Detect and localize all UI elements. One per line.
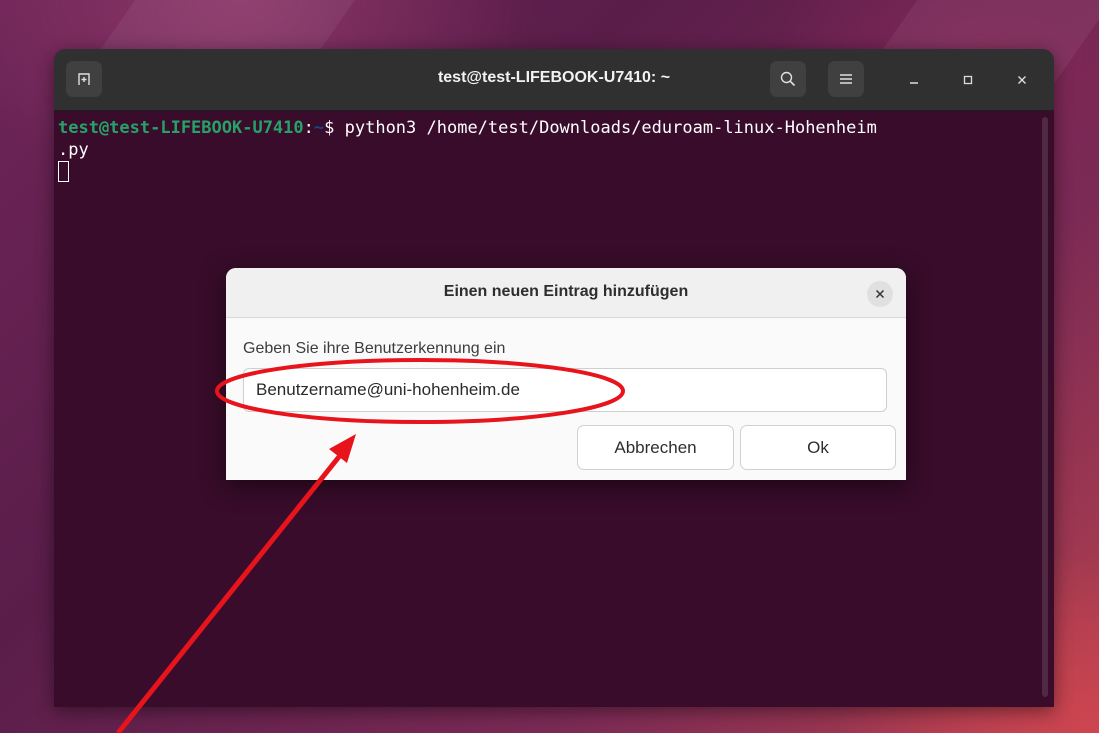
cancel-button[interactable]: Abbrechen bbox=[577, 425, 734, 470]
prompt-user: test@test-LIFEBOOK-U7410 bbox=[58, 118, 304, 138]
minimize-icon bbox=[910, 82, 918, 84]
terminal-output[interactable]: test@test-LIFEBOOK-U7410:~$ python3 /hom… bbox=[58, 117, 877, 183]
close-window-button[interactable] bbox=[1009, 67, 1035, 93]
command-text: python3 /home/test/Downloads/eduroam-lin… bbox=[344, 118, 877, 138]
terminal-titlebar[interactable]: test@test-LIFEBOOK-U7410: ~ bbox=[54, 49, 1054, 111]
search-icon bbox=[780, 71, 796, 87]
prompt-path: ~ bbox=[313, 118, 325, 138]
username-input[interactable] bbox=[243, 368, 887, 412]
dialog-header: Einen neuen Eintrag hinzufügen bbox=[226, 268, 906, 318]
command-text-continued: .py bbox=[58, 140, 89, 160]
dialog-title: Einen neuen Eintrag hinzufügen bbox=[443, 283, 689, 300]
username-label: Geben Sie ihre Benutzerkennung ein bbox=[243, 340, 506, 357]
close-icon bbox=[1018, 76, 1026, 84]
text-cursor bbox=[58, 161, 69, 182]
scrollbar[interactable] bbox=[1042, 117, 1048, 697]
hamburger-menu-icon bbox=[840, 74, 852, 84]
close-icon bbox=[875, 289, 885, 299]
prompt-symbol: $ bbox=[324, 118, 345, 138]
search-button[interactable] bbox=[770, 61, 806, 97]
dialog-close-button[interactable] bbox=[867, 281, 893, 307]
menu-button[interactable] bbox=[828, 61, 864, 97]
ok-button[interactable]: Ok bbox=[740, 425, 896, 470]
maximize-icon bbox=[963, 75, 973, 85]
add-entry-dialog: Einen neuen Eintrag hinzufügen Geben Sie… bbox=[226, 268, 906, 480]
prompt-separator: : bbox=[303, 118, 314, 138]
minimize-button[interactable] bbox=[901, 67, 927, 93]
maximize-button[interactable] bbox=[955, 67, 981, 93]
